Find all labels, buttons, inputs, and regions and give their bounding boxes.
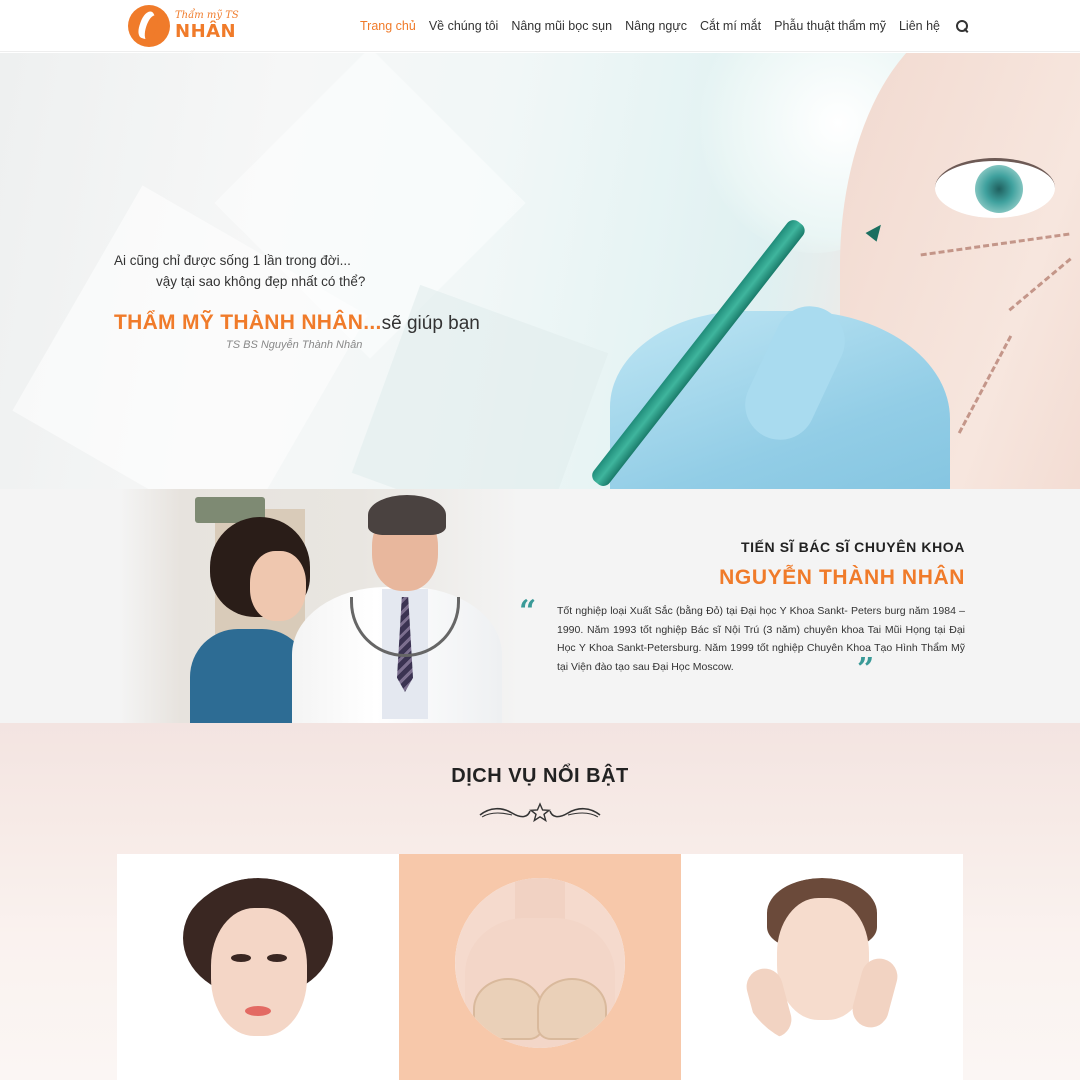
nav-item-home[interactable]: Trang chủ xyxy=(360,19,416,33)
logo-title: NHÂN xyxy=(175,21,237,42)
doctor-photo xyxy=(120,489,520,723)
nav-item-surgery[interactable]: Phẫu thuật thẩm mỹ xyxy=(774,19,886,33)
main-nav: Trang chủ Về chúng tôi Nâng mũi bọc sụn … xyxy=(360,0,969,52)
service-card-2[interactable] xyxy=(399,854,681,1080)
hero-brand-suffix: sẽ giúp bạn xyxy=(381,313,480,334)
nav-item-breast[interactable]: Nâng ngực xyxy=(625,19,687,33)
hero-iris xyxy=(975,165,1023,213)
logo-icon xyxy=(128,5,170,47)
featured-services: DỊCH VỤ NỔI BẬT xyxy=(0,723,1080,1080)
hero-text: Ai cũng chỉ được sống 1 lần trong đời...… xyxy=(114,253,480,351)
nav-item-about[interactable]: Về chúng tôi xyxy=(429,19,499,33)
hero-tagline-2: vậy tại sao không đẹp nhất có thể? xyxy=(156,274,366,289)
service-card-3[interactable] xyxy=(681,854,963,1080)
nav-item-rhinoplasty[interactable]: Nâng mũi bọc sụn xyxy=(511,19,612,33)
nav-item-contact[interactable]: Liên hệ xyxy=(899,19,940,33)
service-image xyxy=(173,878,343,1048)
star-icon xyxy=(529,802,551,823)
doctor-name: NGUYỄN THÀNH NHÂN xyxy=(719,566,965,589)
doctor-role: TIẾN SĨ BÁC SĨ CHUYÊN KHOA xyxy=(740,539,965,555)
hero-banner: Ai cũng chỉ được sống 1 lần trong đời...… xyxy=(0,53,1080,489)
services-title: DỊCH VỤ NỔI BẬT xyxy=(451,765,629,787)
nav-item-eyelid[interactable]: Cắt mí mắt xyxy=(700,19,761,33)
service-image xyxy=(737,878,907,1048)
hero-brand-name: THẨM MỸ THÀNH NHÂN... xyxy=(114,311,382,334)
doctor-info: TIẾN SĨ BÁC SĨ CHUYÊN KHOA NGUYỄN THÀNH … xyxy=(515,489,965,723)
hero-tagline-1: Ai cũng chỉ được sống 1 lần trong đời... xyxy=(114,253,351,268)
ornament-divider xyxy=(479,802,601,823)
quote-close-icon: ” xyxy=(857,652,875,687)
service-card-1[interactable] xyxy=(117,854,399,1080)
doctor-section: TIẾN SĨ BÁC SĨ CHUYÊN KHOA NGUYỄN THÀNH … xyxy=(0,489,1080,723)
service-image xyxy=(455,878,625,1048)
hero-brand: THẨM MỸ THÀNH NHÂN...sẽ giúp bạn xyxy=(114,311,480,335)
logo-subtitle: Thẩm mỹ TS xyxy=(175,10,239,21)
site-header: Thẩm mỹ TS NHÂN Trang chủ Về chúng tôi N… xyxy=(0,0,1080,52)
hero-signature: TS BS Nguyễn Thành Nhân xyxy=(226,339,363,351)
search-icon[interactable] xyxy=(955,19,969,33)
doctor-description: Tốt nghiệp loại Xuất Sắc (bằng Đỏ) tại Đ… xyxy=(557,605,965,673)
site-logo[interactable]: Thẩm mỹ TS NHÂN xyxy=(128,5,239,47)
quote-open-icon: “ xyxy=(519,594,537,629)
